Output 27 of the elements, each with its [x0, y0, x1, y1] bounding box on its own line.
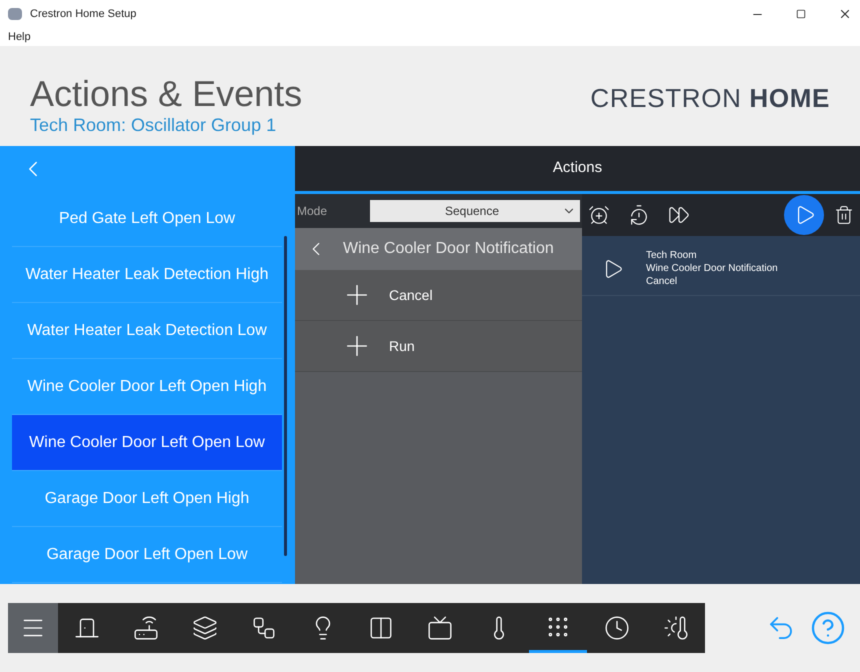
mode-label: Mode: [296, 203, 328, 220]
help-icon[interactable]: [810, 610, 846, 646]
mode-dropdown[interactable]: Sequence: [370, 200, 580, 222]
page-title: Actions & Events: [30, 74, 302, 114]
action-option[interactable]: Cancel: [295, 270, 582, 321]
page-subtitle: Tech Room: Oscillator Group 1: [30, 114, 278, 136]
action-name: Wine Cooler Door Notification: [646, 262, 778, 275]
menu-icon[interactable]: [8, 603, 58, 653]
window-title: Crestron Home Setup: [30, 6, 136, 22]
maximize-icon[interactable]: [796, 9, 806, 19]
sequence-item[interactable]: Tech Room Wine Cooler Door Notification Cancel: [582, 242, 860, 296]
clock-plus-icon[interactable]: [588, 204, 610, 226]
close-icon[interactable]: [838, 7, 852, 21]
trash-icon[interactable]: [834, 205, 854, 225]
event-item[interactable]: Wine Cooler Door Left Open Low: [12, 415, 282, 471]
double-play-icon[interactable]: [668, 204, 690, 226]
room-name: Tech Room: [646, 249, 698, 262]
scrollbar[interactable]: [284, 236, 287, 556]
brand-logo: CRESTRON HOME: [590, 82, 830, 115]
menu-item[interactable]: Help: [8, 28, 31, 46]
play-button[interactable]: [784, 195, 824, 235]
group-title: Wine Cooler Door Notification: [343, 239, 554, 259]
panel-title: Actions: [552, 158, 602, 178]
app-icon: [8, 8, 22, 20]
action-option[interactable]: Run: [295, 321, 582, 372]
action-command: Cancel: [646, 275, 678, 288]
timer-plus-icon[interactable]: [628, 204, 650, 226]
